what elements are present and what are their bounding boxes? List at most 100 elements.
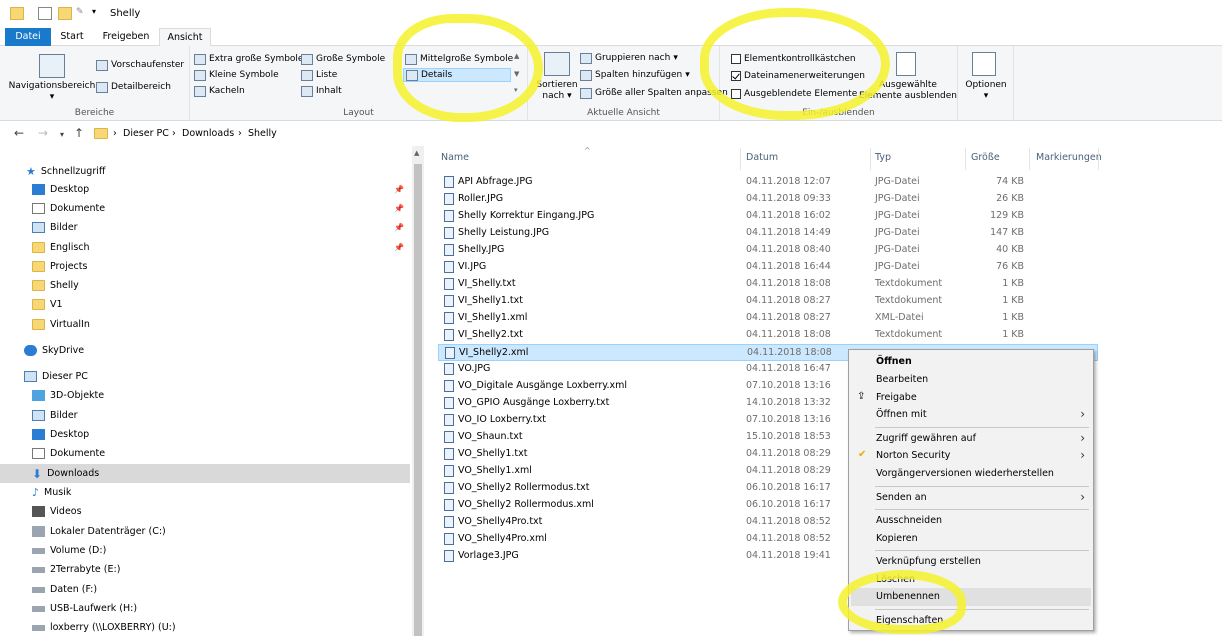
breadcrumb-dieser-pc[interactable]: Dieser PC <box>123 128 169 139</box>
column-header-typ[interactable]: Typ <box>875 152 891 166</box>
pin-icon[interactable]: 📌 <box>394 204 404 213</box>
back-arrow-icon[interactable]: ← <box>14 126 24 140</box>
layout-grosse-symbole[interactable]: Große Symbole <box>301 52 385 66</box>
breadcrumb-downloads[interactable]: Downloads <box>182 128 234 139</box>
tab-ansicht[interactable]: Ansicht <box>159 28 211 47</box>
table-row[interactable]: Shelly Korrektur Eingang.JPG 04.11.2018 1… <box>438 208 1098 225</box>
menu-vorgaengerversionen[interactable]: Vorgängerversionen wiederherstellen <box>849 465 1093 483</box>
elementkontrollkaestchen-checkbox[interactable]: Elementkontrollkästchen <box>731 52 856 66</box>
menu-oeffnen-mit[interactable]: Öffnen mit › <box>849 406 1093 424</box>
vorschaufenster-button[interactable]: Vorschaufenster <box>96 58 184 72</box>
nav-desktop[interactable]: Desktop 📌 <box>0 180 410 199</box>
gruppieren-button[interactable]: Gruppieren nach ▾ <box>580 51 678 65</box>
sortieren-button[interactable]: Sortieren nach ▾ <box>532 80 582 102</box>
layout-extra-grosse-symbole[interactable]: Extra große Symbole <box>194 52 303 66</box>
nav-laufwerk-c[interactable]: Lokaler Datenträger (C:) <box>0 522 410 541</box>
layout-scroll-up-icon[interactable]: ▲ <box>514 52 519 60</box>
tab-start[interactable]: Start <box>52 28 92 46</box>
dateinamenerweiterungen-checkbox[interactable]: Dateinamenerweiterungen <box>731 69 865 83</box>
table-row[interactable]: VI_Shelly.txt 04.11.2018 18:08 Textdokumen… <box>438 276 1098 293</box>
table-row[interactable]: VI_Shelly2.txt 04.11.2018 18:08 Textdokume… <box>438 327 1098 344</box>
menu-freigabe[interactable]: ⇪ Freigabe <box>849 389 1093 407</box>
menu-bearbeiten[interactable]: Bearbeiten <box>849 371 1093 389</box>
menu-zugriff-gewaehren[interactable]: Zugriff gewähren auf › <box>849 430 1093 448</box>
detailbereich-button[interactable]: Detailbereich <box>96 80 171 94</box>
menu-senden-an[interactable]: Senden an › <box>849 489 1093 507</box>
new-folder-icon[interactable] <box>58 7 72 20</box>
nav-3d-objekte[interactable]: 3D-Objekte <box>0 386 410 405</box>
nav-dieser-pc[interactable]: Dieser PC <box>0 367 410 386</box>
nav-schnellzugriff[interactable]: ★ Schnellzugriff <box>0 162 410 181</box>
layout-scroll-down-icon[interactable]: ▼ <box>514 70 519 78</box>
table-row[interactable]: Shelly.JPG 04.11.2018 08:40 JPG-Datei 40 KB <box>438 242 1098 259</box>
recent-locations-icon[interactable]: ▾ <box>60 130 64 139</box>
nav-bilder-pc[interactable]: Bilder <box>0 406 410 425</box>
layout-details[interactable]: Details <box>403 68 511 82</box>
nav-downloads[interactable]: ⬇ Downloads <box>0 464 410 483</box>
scroll-up-icon[interactable]: ▲ <box>414 149 419 157</box>
column-header-datum[interactable]: Datum <box>746 152 778 166</box>
menu-eigenschaften[interactable]: Eigenschaften <box>849 612 1093 630</box>
nav-laufwerk-h[interactable]: USB-Laufwerk (H:) <box>0 599 410 618</box>
layout-kleine-symbole[interactable]: Kleine Symbole <box>194 68 279 82</box>
nav-musik[interactable]: ♪ Musik <box>0 483 410 502</box>
column-header-markierungen[interactable]: Markierungen <box>1036 152 1102 166</box>
menu-umbenennen[interactable]: Umbenennen <box>851 588 1091 606</box>
table-row[interactable]: VI_Shelly1.xml 04.11.2018 08:27 XML-Datei 1… <box>438 310 1098 327</box>
column-header-groesse[interactable]: Größe <box>971 152 1000 166</box>
properties-icon[interactable] <box>38 7 52 20</box>
nav-shelly[interactable]: Shelly <box>0 276 410 295</box>
options-icon[interactable] <box>972 52 996 76</box>
nav-desktop-pc[interactable]: Desktop <box>0 425 410 444</box>
ausgeblendete-elemente-checkbox[interactable]: Ausgeblendete Elemente <box>731 87 857 101</box>
column-separator[interactable] <box>1029 148 1030 170</box>
layout-liste[interactable]: Liste <box>301 68 337 82</box>
menu-loeschen[interactable]: Löschen <box>849 571 1093 589</box>
table-row[interactable]: Shelly Leistung.JPG 04.11.2018 14:49 JPG-D… <box>438 225 1098 242</box>
menu-ausschneiden[interactable]: Ausschneiden <box>849 512 1093 530</box>
breadcrumb-shelly[interactable]: Shelly <box>248 128 277 139</box>
nav-videos[interactable]: Videos <box>0 502 410 521</box>
ausgewaehlte-ausblenden-button[interactable]: Ausgewählte Elemente ausblenden <box>858 80 958 102</box>
spalten-hinzufuegen-button[interactable]: Spalten hinzufügen ▾ <box>580 68 690 82</box>
tab-freigeben[interactable]: Freigeben <box>95 28 157 46</box>
column-separator[interactable] <box>1098 148 1099 170</box>
layout-expand-icon[interactable]: ▾ <box>514 86 518 94</box>
table-row[interactable]: VI_Shelly1.txt 04.11.2018 08:27 Textdokume… <box>438 293 1098 310</box>
nav-laufwerk-d[interactable]: Volume (D:) <box>0 541 410 560</box>
nav-dokumente-pc[interactable]: Dokumente <box>0 444 410 463</box>
optionen-button[interactable]: Optionen ▾ <box>958 80 1014 102</box>
sort-icon[interactable] <box>544 52 570 76</box>
layout-mittelgrosse-symbole[interactable]: Mittelgroße Symbole <box>405 52 513 66</box>
menu-norton-security[interactable]: ✔ Norton Security › <box>849 447 1093 465</box>
column-header-name[interactable]: Name <box>441 152 469 166</box>
nav-laufwerk-f[interactable]: Daten (F:) <box>0 580 410 599</box>
pin-icon[interactable]: 📌 <box>394 243 404 252</box>
nav-bilder[interactable]: Bilder 📌 <box>0 218 410 237</box>
forward-arrow-icon[interactable]: → <box>38 126 48 140</box>
navigationsbereich-button[interactable]: Navigationsbereich ▾ <box>6 81 98 103</box>
table-row[interactable]: VI.JPG 04.11.2018 16:44 JPG-Datei 76 KB <box>438 259 1098 276</box>
hide-selected-icon[interactable] <box>896 52 916 76</box>
quick-access-dropdown-icon[interactable]: ▾ <box>92 7 106 20</box>
layout-inhalt[interactable]: Inhalt <box>301 84 342 98</box>
spaltengroesse-button[interactable]: Größe aller Spalten anpassen <box>580 86 728 100</box>
pin-icon[interactable]: 📌 <box>394 185 404 194</box>
menu-kopieren[interactable]: Kopieren <box>849 530 1093 548</box>
layout-kacheln[interactable]: Kacheln <box>194 84 245 98</box>
scrollbar-thumb[interactable] <box>414 164 422 636</box>
nav-englisch[interactable]: Englisch 📌 <box>0 238 410 257</box>
nav-virtualin[interactable]: VirtualIn <box>0 315 410 334</box>
column-separator[interactable] <box>870 148 871 170</box>
column-separator[interactable] <box>965 148 966 170</box>
nav-dokumente[interactable]: Dokumente 📌 <box>0 199 410 218</box>
table-row[interactable]: API Abfrage.JPG 04.11.2018 12:07 JPG-Datei… <box>438 174 1098 191</box>
navigation-pane-icon[interactable] <box>39 54 65 78</box>
nav-skydrive[interactable]: SkyDrive <box>0 341 410 360</box>
navigation-scrollbar[interactable]: ▲ <box>412 146 424 636</box>
table-row[interactable]: Roller.JPG 04.11.2018 09:33 JPG-Datei 26 KB <box>438 191 1098 208</box>
nav-projects[interactable]: Projects <box>0 257 410 276</box>
menu-oeffnen[interactable]: Öffnen <box>849 353 1093 371</box>
menu-verknuepfung-erstellen[interactable]: Verknüpfung erstellen <box>849 553 1093 571</box>
nav-laufwerk-u[interactable]: loxberry (\\LOXBERRY) (U:) <box>0 618 410 637</box>
